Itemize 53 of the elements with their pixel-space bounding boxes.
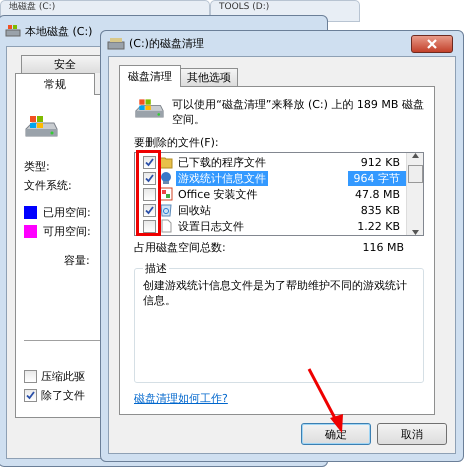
checkbox[interactable]: [24, 370, 37, 383]
scroll-down-icon[interactable]: [412, 230, 418, 235]
file-name[interactable]: 回收站: [176, 202, 213, 218]
office-icon: [159, 187, 173, 201]
window-title: 本地磁盘 (C:): [25, 24, 92, 38]
checkbox[interactable]: [24, 389, 37, 402]
checkbox-label: 除了文件: [41, 388, 85, 403]
file-size: 835 KB: [360, 202, 401, 218]
file-size: 47.8 MB: [354, 186, 401, 202]
tab[interactable]: 磁盘清理: [119, 65, 181, 87]
file-size: 1.22 KB: [356, 218, 401, 234]
checkbox[interactable]: [143, 220, 156, 232]
capacity-label: 容量:: [64, 253, 90, 268]
checkbox[interactable]: [143, 204, 156, 216]
checkbox[interactable]: [143, 172, 156, 184]
checkmark-icon: [144, 204, 155, 216]
drive-icon: [107, 36, 125, 50]
scroll-thumb[interactable]: [408, 165, 422, 183]
checkmark-icon: [144, 156, 155, 168]
legend-label: 已用空间:: [43, 205, 91, 220]
checkbox-label: 压缩此驱: [41, 369, 85, 384]
drive-icon: [5, 24, 21, 38]
legend-label: 可用空间:: [43, 224, 91, 239]
help-link[interactable]: 磁盘清理如何工作?: [134, 391, 424, 406]
intro-text: 可以使用“磁盘清理”来释放 (C:) 上的 189 MB 磁盘空间。: [172, 97, 424, 127]
file-name[interactable]: 设置日志文件: [176, 218, 246, 234]
close-button[interactable]: [411, 34, 453, 52]
window-title: (C:)的磁盘清理: [129, 36, 204, 51]
group-title: 描述: [144, 261, 168, 276]
document-icon: [159, 219, 173, 233]
file-name[interactable]: 已下载的程序文件: [176, 154, 268, 170]
checkbox[interactable]: [143, 156, 156, 168]
recycle-bin-icon: [159, 203, 173, 217]
checkbox[interactable]: [143, 188, 156, 200]
field-label: 类型:: [24, 159, 50, 174]
tab[interactable]: 常规: [15, 73, 95, 95]
field-label: 文件系统:: [24, 178, 72, 193]
checkmark-icon: [25, 390, 36, 401]
scroll-up-icon[interactable]: [412, 153, 418, 158]
files-label: 要删除的文件(F):: [134, 135, 220, 150]
cancel-button[interactable]: 取消: [377, 423, 447, 445]
tab[interactable]: 其他选项: [180, 68, 238, 86]
total-label: 占用磁盘空间总数:: [134, 240, 226, 255]
file-size: 912 KB: [360, 154, 401, 170]
file-name[interactable]: Office 安装文件: [176, 186, 260, 202]
checkmark-icon: [144, 172, 155, 184]
scrollbar[interactable]: [406, 153, 423, 235]
folder-icon: [159, 155, 173, 169]
total-value: 116 MB: [362, 240, 405, 255]
description-text: 创建游戏统计信息文件是为了帮助维护不同的游戏统计信息。: [143, 279, 407, 307]
file-size: 964 字节: [348, 170, 406, 186]
close-icon: [427, 38, 437, 48]
globe-icon: [159, 171, 173, 185]
